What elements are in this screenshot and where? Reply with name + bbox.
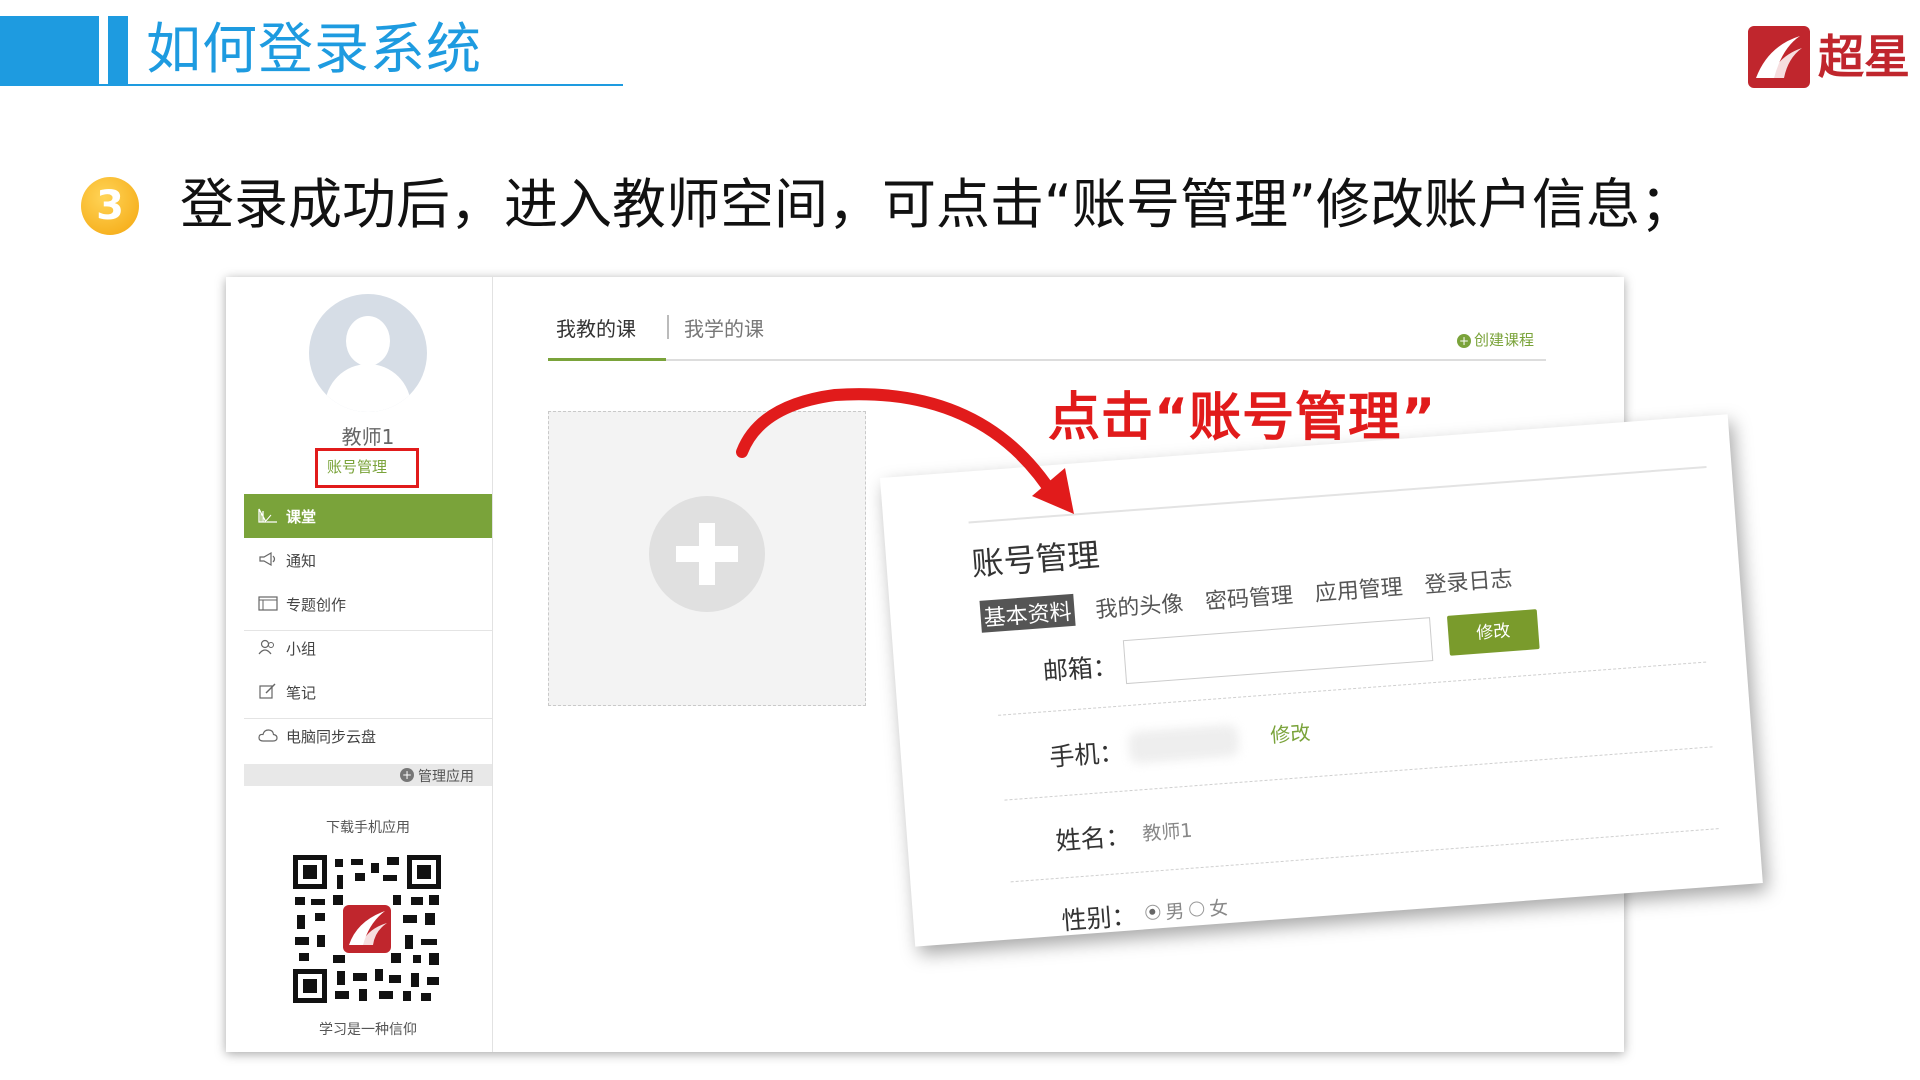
tab-teaching-courses[interactable]: 我教的课: [556, 313, 636, 342]
window-icon: [258, 596, 278, 611]
avatar-head: [346, 316, 390, 366]
panel-title: 账号管理: [970, 535, 1101, 584]
sidebar-item-topic-creation[interactable]: 专题创作: [244, 582, 492, 626]
create-course-link[interactable]: + 创建课程: [1457, 329, 1534, 350]
header-accent-bar: [0, 16, 99, 86]
sidebar-item-classroom[interactable]: 课堂: [244, 494, 492, 538]
header-underline: [0, 84, 623, 86]
sidebar-item-cloud-disk[interactable]: 电脑同步云盘: [244, 714, 492, 758]
sidebar-item-label: 笔记: [286, 684, 317, 702]
slide-title: 如何登录系统: [146, 17, 483, 81]
email-label: 邮箱：: [1041, 651, 1119, 687]
gender-label: 性别：: [1060, 901, 1138, 936]
tab-login-log[interactable]: 登录日志: [1423, 561, 1514, 600]
classroom-icon: [258, 508, 277, 523]
tab-learning-courses[interactable]: 我学的课: [684, 313, 764, 342]
gender-female-radio[interactable]: [1188, 900, 1205, 918]
sidebar-item-label: 电脑同步云盘: [286, 728, 377, 746]
gender-male-label: 男: [1164, 900, 1186, 924]
group-icon: [258, 639, 274, 655]
tab-my-avatar[interactable]: 我的头像: [1094, 586, 1185, 625]
add-course-card[interactable]: [548, 411, 866, 706]
sidebar-item-label: 课堂: [286, 508, 317, 526]
sidebar-item-notes[interactable]: 笔记: [244, 670, 492, 714]
name-label: 姓名：: [1054, 821, 1132, 856]
tab-active-indicator: [548, 358, 666, 361]
cloud-icon: [258, 729, 278, 742]
tab-divider: [667, 315, 669, 339]
qr-code: [293, 855, 441, 1003]
step-instruction: 登录成功后，进入教师空间，可点击“账号管理”修改账户信息；: [180, 173, 1694, 236]
add-icon: [649, 496, 765, 612]
manage-apps-label: 管理应用: [418, 769, 474, 785]
add-icon-bar-v: [699, 523, 715, 585]
sidebar-item-label: 专题创作: [286, 596, 347, 614]
email-field[interactable]: [1122, 617, 1434, 685]
manage-apps-button[interactable]: + 管理应用: [244, 764, 492, 786]
chaoxing-logo-icon: [1748, 26, 1810, 88]
email-edit-button[interactable]: 修改: [1446, 609, 1540, 656]
phone-edit-link[interactable]: 修改: [1269, 716, 1312, 748]
gender-male-radio[interactable]: [1144, 904, 1161, 921]
account-management-panel: 账号管理 基本资料 我的头像 密码管理 应用管理 登录日志 邮箱： 修改 手机：…: [880, 414, 1763, 947]
panel-top-line: [968, 466, 1707, 524]
teacher-name: 教师1: [341, 425, 395, 449]
plus-circle-icon: +: [1457, 333, 1471, 348]
create-course-label: 创建课程: [1474, 331, 1535, 349]
avatar[interactable]: [309, 294, 427, 412]
tab-app-management[interactable]: 应用管理: [1314, 569, 1404, 608]
sidebar-item-notice[interactable]: 通知: [244, 538, 492, 582]
plus-icon: +: [400, 768, 414, 782]
avatar-body: [325, 364, 411, 412]
phone-label: 手机：: [1048, 737, 1126, 773]
chaoxing-logo: 超星: [1748, 22, 1910, 94]
name-value: 教师1: [1141, 819, 1194, 846]
step-number-badge: 3: [81, 177, 139, 235]
sidebar: 教师1 账号管理 课堂 通知 专题创作 小组 笔记 电脑同步云盘 + 管理应用 …: [244, 277, 493, 1052]
sidebar-item-label: 通知: [286, 552, 317, 570]
tab-bar-line: [548, 359, 1546, 361]
gender-female-label: 女: [1208, 897, 1230, 921]
megaphone-icon: [259, 551, 276, 567]
qr-caption: 学习是一种信仰: [319, 1022, 417, 1038]
sidebar-item-label: 小组: [286, 640, 317, 658]
tab-password-management[interactable]: 密码管理: [1204, 577, 1294, 616]
header-accent-bar-small: [108, 16, 128, 86]
account-management-link[interactable]: 账号管理: [327, 456, 387, 477]
sidebar-item-group[interactable]: 小组: [244, 626, 492, 670]
phone-value-redacted: [1127, 723, 1240, 765]
note-icon: [259, 683, 276, 699]
download-app-label: 下载手机应用: [326, 820, 410, 836]
callout-text: 点击“账号管理”: [1048, 388, 1437, 448]
tab-basic-info[interactable]: 基本资料: [979, 593, 1076, 633]
logo-text: 超星: [1818, 30, 1910, 84]
